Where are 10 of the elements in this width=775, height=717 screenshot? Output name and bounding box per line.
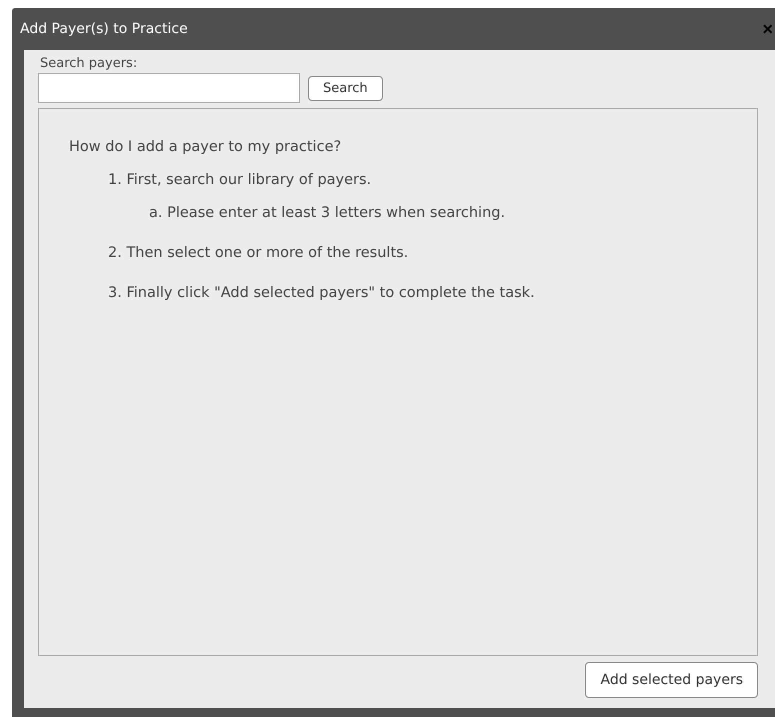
- instruction-step: a. Please enter at least 3 letters when searching.: [149, 205, 727, 221]
- search-label: Search payers:: [40, 56, 138, 71]
- search-field[interactable]: [38, 73, 300, 103]
- help-question: How do I add a payer to my practice?: [69, 139, 342, 155]
- instruction-step: 2. Then select one or more of the results.: [108, 245, 727, 261]
- instruction-step: 1. First, search our library of payers.: [108, 172, 727, 188]
- search-button[interactable]: Search: [308, 76, 383, 100]
- window-title: Add Payer(s) to Practice: [20, 21, 188, 37]
- instruction-step: 3. Finally click "Add selected payers" to complete the task.: [108, 285, 727, 301]
- add-selected-button[interactable]: Add selected payers: [585, 662, 758, 698]
